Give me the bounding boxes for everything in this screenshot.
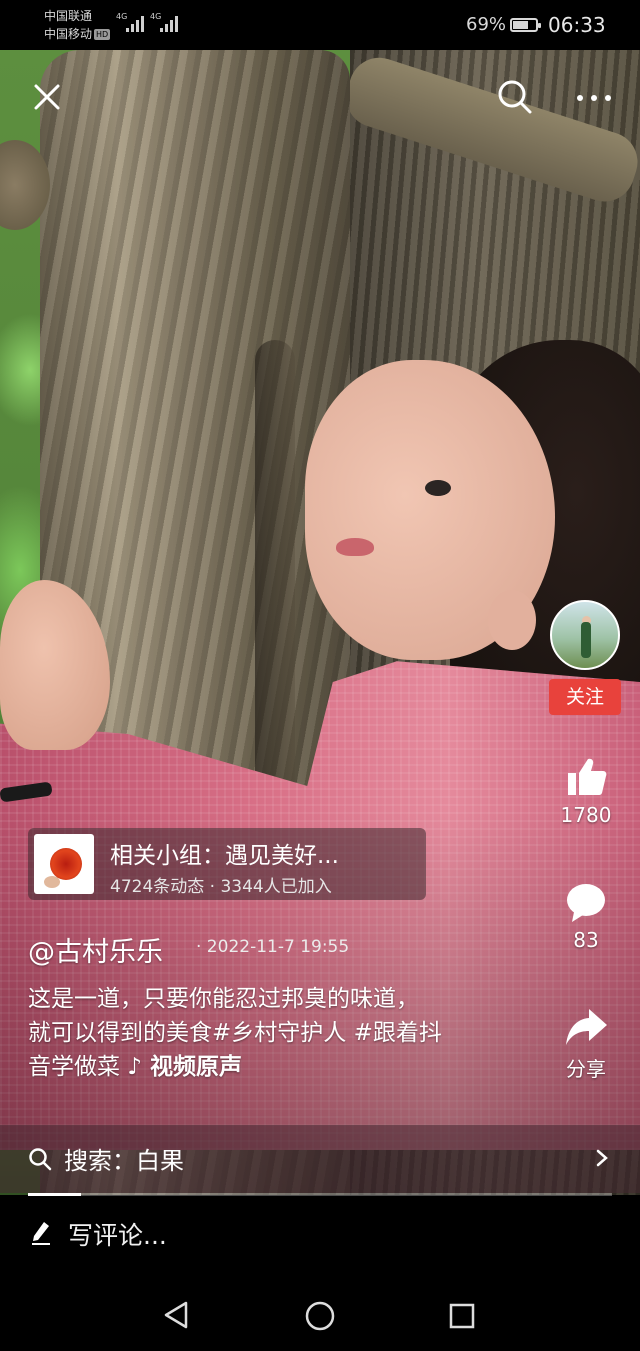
related-search-bar[interactable]: 搜索：白果 — [0, 1125, 640, 1193]
app-screen: 中国联通 中国移动 HD 4G 4G 69% 06:33 关注 1780 83 … — [0, 0, 640, 1351]
search-icon — [29, 1148, 52, 1171]
hd-badge: HD — [94, 29, 111, 40]
post-date: · 2022-11-7 19:55 — [196, 937, 350, 957]
post-caption[interactable]: 这是一道，只要你能忍过邦臭的味道， 就可以得到的美食#乡村守护人 #跟着抖 音学… — [28, 982, 538, 1084]
status-bar: 中国联通 中国移动 HD 4G 4G 69% 06:33 — [0, 0, 640, 50]
search-button[interactable] — [496, 78, 534, 116]
author-avatar[interactable] — [550, 600, 620, 670]
comment-placeholder: 写评论... — [68, 1221, 167, 1250]
chevron-right-icon — [596, 1149, 608, 1167]
back-triangle-icon[interactable] — [162, 1300, 192, 1330]
battery-percent: 69% — [466, 14, 507, 35]
battery-fill — [513, 21, 529, 29]
search-icon — [498, 80, 532, 114]
related-group-card[interactable]: 相关小组：遇见美好... 4724条动态 · 3344人已加入 — [28, 828, 426, 900]
close-icon — [34, 84, 60, 110]
music-link[interactable]: ♪ 视频原声 — [127, 1054, 242, 1080]
carrier-2: 中国移动 — [44, 27, 93, 41]
group-thumbnail — [34, 834, 94, 894]
like-button[interactable]: 1780 — [548, 755, 624, 827]
share-arrow-icon — [566, 1009, 607, 1045]
clock: 06:33 — [548, 13, 606, 37]
group-title: 相关小组：遇见美好... — [110, 843, 339, 869]
caption-line: 这是一道，只要你能忍过邦臭的味道， — [28, 986, 419, 1012]
comment-button[interactable]: 83 — [548, 880, 624, 952]
carrier-1: 中国联通 — [44, 9, 93, 23]
more-icon — [577, 95, 611, 101]
author-name[interactable]: @古村乐乐 — [28, 930, 163, 969]
comment-bubble-icon — [567, 884, 605, 922]
recents-square-icon[interactable] — [448, 1302, 476, 1330]
like-count: 1780 — [560, 803, 612, 827]
follow-button[interactable]: 关注 — [549, 679, 621, 715]
caption-line: 音学做菜 — [28, 1054, 120, 1080]
group-subtitle: 4724条动态 · 3344人已加入 — [110, 877, 332, 897]
thumbs-up-icon — [568, 758, 607, 795]
comment-input-bar[interactable]: 写评论... — [0, 1196, 640, 1276]
system-nav-bar — [0, 1276, 640, 1351]
share-button[interactable]: 分享 — [548, 1005, 624, 1082]
more-button[interactable] — [574, 84, 614, 110]
comment-count: 83 — [573, 928, 599, 952]
carrier-info: 中国联通 中国移动 HD — [44, 7, 111, 43]
pen-icon — [32, 1222, 50, 1245]
close-button[interactable] — [30, 80, 64, 114]
battery-icon — [510, 18, 541, 32]
home-circle-icon[interactable] — [304, 1300, 336, 1332]
caption-line: 就可以得到的美食#乡村守护人 #跟着抖 — [28, 1020, 442, 1046]
search-suggestion: 搜索：白果 — [64, 1147, 184, 1175]
share-label: 分享 — [566, 1057, 606, 1081]
